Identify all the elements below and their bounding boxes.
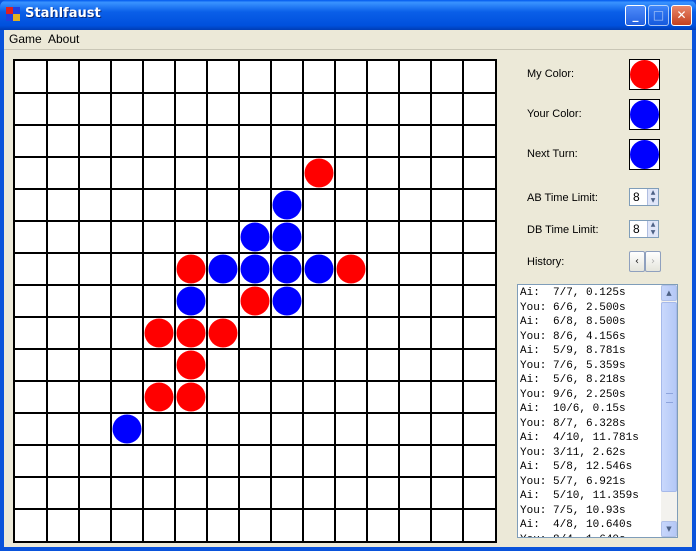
db-time-limit-value: 8 [633,222,640,236]
blue-stone [240,222,270,252]
history-entry[interactable]: Ai: 7/7, 0.125s [520,287,660,302]
menu-game[interactable]: Game [9,32,42,46]
app-icon [6,7,20,21]
close-icon: ✕ [676,8,687,22]
chevron-right-icon: › [651,256,655,267]
history-entry[interactable]: You: 8/7, 6.328s [520,418,660,433]
blue-stone [272,254,302,284]
game-board[interactable] [13,59,497,543]
ab-time-limit-label: AB Time Limit: [527,192,598,204]
menu-bar: Game About [4,30,692,50]
ab-time-limit-stepper[interactable]: 8 ▲ ▼ [629,188,659,206]
ab-increment-icon[interactable]: ▲ [647,189,658,197]
blue-stone [240,254,270,284]
red-stone [208,318,238,348]
red-stone [144,382,174,412]
minimize-icon: _ [632,8,639,22]
chevron-left-icon: ‹ [635,256,639,267]
history-lines: Ai: 7/7, 0.125s You: 6/6, 2.500s Ai: 6/8, … [520,287,660,538]
history-entry[interactable]: You: 9/6, 2.250s [520,389,660,404]
history-list[interactable]: Ai: 7/7, 0.125s You: 6/6, 2.500s Ai: 6/8, … [517,284,678,538]
red-stone [144,318,174,348]
history-entry[interactable]: Ai: 4/8, 10.640s [520,519,660,534]
ab-decrement-icon[interactable]: ▼ [647,197,658,205]
my-color-label: My Color: [527,68,575,80]
next-turn-disc [630,140,659,169]
blue-stone [176,286,206,316]
blue-stone [304,254,334,284]
blue-stone [208,254,238,284]
my-color-swatch [629,59,660,90]
next-turn-swatch [629,139,660,170]
your-color-disc [630,100,659,129]
history-entry[interactable]: Ai: 4/10, 11.781s [520,432,660,447]
red-stone [304,158,334,188]
db-decrement-icon[interactable]: ▼ [647,229,658,237]
red-stone [176,350,206,380]
red-stone [176,254,206,284]
blue-stone [272,190,302,220]
window-title: Stahlfaust [25,6,101,21]
history-forward-button[interactable]: › [645,251,661,272]
ab-time-limit-value: 8 [633,190,640,204]
title-bar[interactable]: Stahlfaust _ □ ✕ [0,0,696,30]
history-entry[interactable]: You: 7/5, 10.93s [520,505,660,520]
scroll-up-icon[interactable]: ▲ [661,285,677,301]
window-frame: Stahlfaust _ □ ✕ Game About My Color: Yo… [0,0,696,551]
next-turn-label: Next Turn: [527,148,578,160]
db-increment-icon[interactable]: ▲ [647,221,658,229]
your-color-label: Your Color: [527,108,582,120]
history-label: History: [527,256,565,268]
history-entry[interactable]: Ai: 5/9, 8.781s [520,345,660,360]
history-scrollbar[interactable]: ▲ ▼ [661,285,677,537]
scroll-grip-icon [666,393,673,403]
history-entry[interactable]: Ai: 5/10, 11.359s [520,490,660,505]
history-entry[interactable]: You: 5/7, 6.921s [520,476,660,491]
blue-stone [112,414,142,444]
scroll-down-icon[interactable]: ▼ [661,521,677,537]
red-stone [336,254,366,284]
scroll-thumb[interactable] [661,302,677,492]
my-color-disc [630,60,659,89]
history-entry[interactable]: You: 3/11, 2.62s [520,447,660,462]
board-grid[interactable] [15,61,495,541]
history-entry[interactable]: Ai: 10/6, 0.15s [520,403,660,418]
history-entry[interactable]: You: 6/6, 2.500s [520,302,660,317]
history-entry[interactable]: You: 8/4, 1.640s [520,534,660,538]
red-stone [240,286,270,316]
db-time-limit-stepper[interactable]: 8 ▲ ▼ [629,220,659,238]
db-time-limit-label: DB Time Limit: [527,224,599,236]
history-back-button[interactable]: ‹ [629,251,645,272]
history-entry[interactable]: Ai: 5/6, 8.218s [520,374,660,389]
close-button[interactable]: ✕ [671,5,692,26]
client-area: Game About My Color: Your Color: Next Tu… [4,30,692,547]
history-entry[interactable]: You: 7/6, 5.359s [520,360,660,375]
your-color-swatch [629,99,660,130]
maximize-button[interactable]: □ [648,5,669,26]
history-entry[interactable]: You: 8/6, 4.156s [520,331,660,346]
blue-stone [272,286,302,316]
history-entry[interactable]: Ai: 6/8, 8.500s [520,316,660,331]
history-entry[interactable]: Ai: 5/8, 12.546s [520,461,660,476]
red-stone [176,382,206,412]
menu-about[interactable]: About [48,32,79,46]
maximize-icon: □ [652,8,665,22]
red-stone [176,318,206,348]
blue-stone [272,222,302,252]
minimize-button[interactable]: _ [625,5,646,26]
